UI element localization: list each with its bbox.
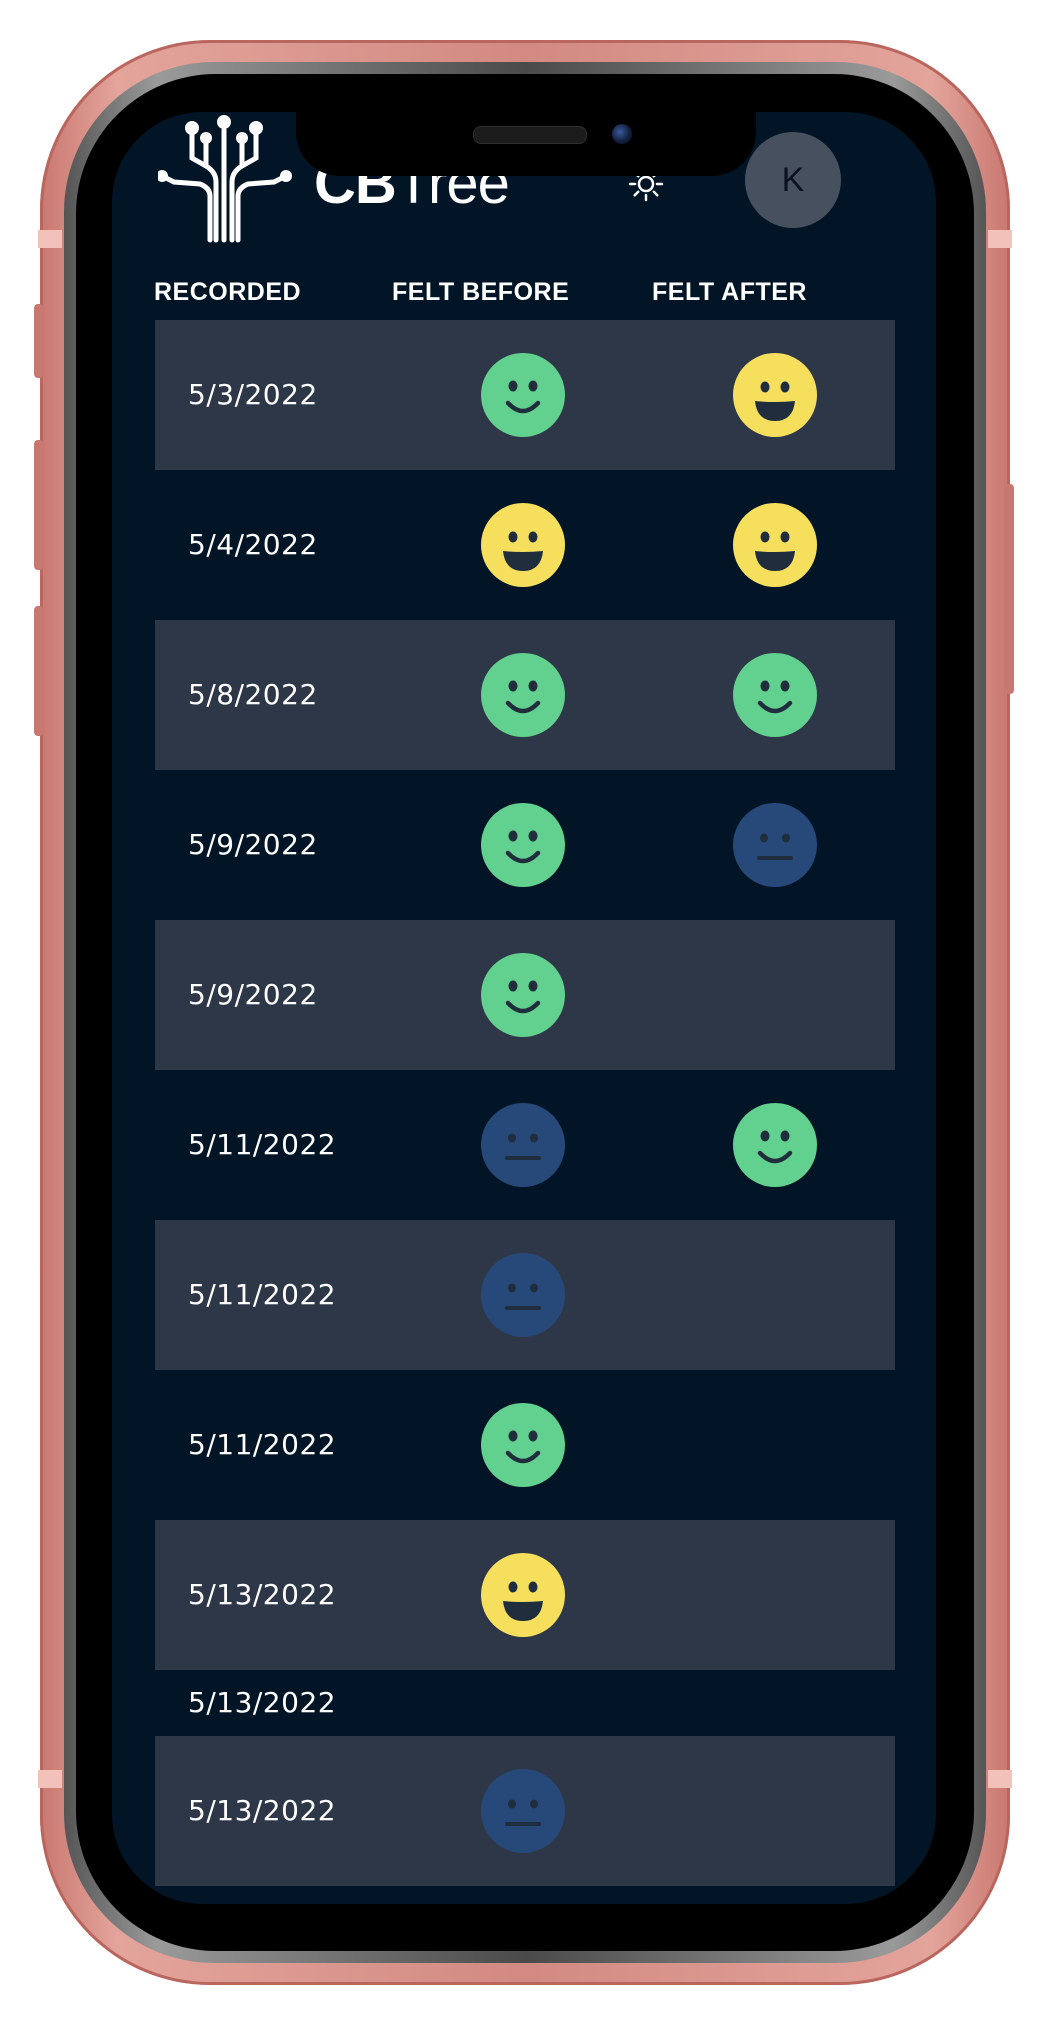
table-row[interactable]: 5/3/2022 xyxy=(155,320,895,470)
mood-neutral-icon xyxy=(481,1103,565,1187)
mood-good-icon xyxy=(733,1103,817,1187)
antenna-band xyxy=(38,230,62,248)
mood-good-icon xyxy=(481,353,565,437)
mood-great-icon xyxy=(733,353,817,437)
silent-switch xyxy=(34,304,44,378)
mood-neutral-icon xyxy=(481,1253,565,1337)
antenna-band xyxy=(988,230,1012,248)
mood-good-icon xyxy=(481,1403,565,1487)
volume-up-button xyxy=(34,440,44,570)
table-row[interactable]: 5/9/2022 xyxy=(155,770,895,920)
earpiece-speaker xyxy=(473,126,587,144)
column-header-felt-before[interactable]: FELT BEFORE xyxy=(392,278,569,307)
front-camera xyxy=(612,124,632,144)
recorded-date: 5/8/2022 xyxy=(188,678,318,711)
mood-great-icon xyxy=(481,503,565,587)
recorded-date: 5/13/2022 xyxy=(188,1794,337,1827)
mood-good-icon xyxy=(481,653,565,737)
table-row[interactable]: 5/9/2022 xyxy=(155,920,895,1070)
mood-great-icon xyxy=(733,503,817,587)
mood-good-icon xyxy=(481,803,565,887)
recorded-date: 5/11/2022 xyxy=(188,1128,337,1161)
power-button xyxy=(1004,484,1014,694)
column-header-recorded[interactable]: RECORDED xyxy=(154,278,301,307)
mood-good-icon xyxy=(733,653,817,737)
recorded-date: 5/11/2022 xyxy=(188,1428,337,1461)
tree-circuit-icon[interactable] xyxy=(156,112,298,249)
mood-log-table: 5/3/2022 5/4/2022 5/8/2022 5/9/2022 5/9/… xyxy=(155,320,895,1886)
table-row[interactable]: 5/11/2022 xyxy=(155,1370,895,1520)
recorded-date: 5/11/2022 xyxy=(188,1278,337,1311)
table-row[interactable]: 5/11/2022 xyxy=(155,1070,895,1220)
antenna-band xyxy=(988,1770,1012,1788)
mood-good-icon xyxy=(481,953,565,1037)
table-row[interactable]: 5/13/2022 xyxy=(155,1520,895,1670)
mood-neutral-icon xyxy=(733,803,817,887)
table-row[interactable]: 5/11/2022 xyxy=(155,1220,895,1370)
recorded-date: 5/9/2022 xyxy=(188,828,318,861)
app-screen: CBTree K RECORDED FELT BEFORE FELT AFTER… xyxy=(112,112,936,1904)
table-row[interactable]: 5/13/2022 xyxy=(155,1736,895,1886)
recorded-date: 5/13/2022 xyxy=(188,1686,337,1719)
notch xyxy=(296,112,756,176)
avatar[interactable]: K xyxy=(745,132,841,228)
recorded-date: 5/3/2022 xyxy=(188,378,318,411)
recorded-date: 5/4/2022 xyxy=(188,528,318,561)
table-row[interactable]: 5/13/2022 xyxy=(155,1670,895,1736)
table-row[interactable]: 5/4/2022 xyxy=(155,470,895,620)
mood-neutral-icon xyxy=(481,1769,565,1853)
recorded-date: 5/9/2022 xyxy=(188,978,318,1011)
volume-down-button xyxy=(34,606,44,736)
antenna-band xyxy=(38,1770,62,1788)
recorded-date: 5/13/2022 xyxy=(188,1578,337,1611)
column-header-felt-after[interactable]: FELT AFTER xyxy=(652,278,807,307)
table-row[interactable]: 5/8/2022 xyxy=(155,620,895,770)
mood-great-icon xyxy=(481,1553,565,1637)
table-header: RECORDED FELT BEFORE FELT AFTER xyxy=(154,278,894,314)
